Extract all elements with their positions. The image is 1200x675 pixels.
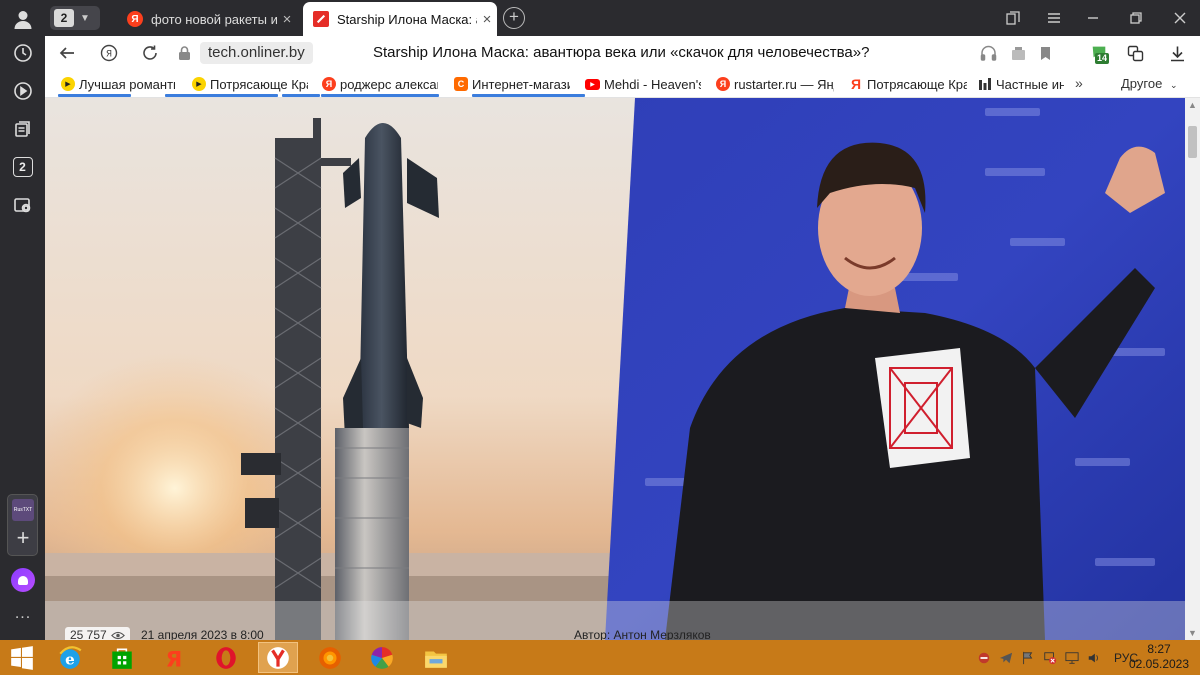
bookmark-item[interactable]: Я роджерс александр	[322, 75, 438, 93]
shop-icon: C	[454, 77, 468, 91]
yandex-icon: Я	[127, 11, 143, 27]
tab-strip: 2 ▼ Я фото новой ракеты илона × Starship…	[45, 0, 1200, 36]
tab-onliner-article[interactable]: Starship Илона Маска: авантюра века или …	[303, 2, 497, 36]
close-tab-icon[interactable]: ×	[277, 11, 297, 28]
minimize-icon[interactable]	[1082, 8, 1104, 28]
bookmarks-bar: ▶ Лучшая романтическая ▶ Потрясающе Крас…	[45, 70, 1200, 98]
network-disconnected-icon[interactable]	[1042, 650, 1058, 666]
restore-icon[interactable]	[1125, 8, 1147, 28]
bookmark-progress	[58, 94, 131, 97]
bookmark-icon[interactable]	[1035, 43, 1055, 63]
url-host[interactable]: tech.onliner.by	[200, 42, 313, 64]
bookmark-item[interactable]: C Интернет-магазин	[454, 75, 570, 93]
bookmark-progress	[282, 94, 320, 97]
menu-icon[interactable]	[1043, 8, 1065, 28]
new-tab-button[interactable]: +	[503, 7, 525, 29]
svg-text:e: e	[65, 650, 75, 668]
youtube-icon: ▶	[585, 78, 600, 90]
close-tab-icon[interactable]: ×	[477, 11, 497, 28]
yandex-browser-icon[interactable]	[258, 642, 298, 673]
network-app-icon[interactable]	[976, 650, 992, 666]
firefox-icon[interactable]	[310, 642, 350, 673]
bookmark-item[interactable]: ▶ Лучшая романтическая	[61, 75, 175, 93]
yandex-icon: Я	[716, 77, 730, 91]
onliner-icon	[313, 11, 329, 27]
article-author[interactable]: Автор: Антон Мерзляков	[574, 628, 711, 640]
scroll-down-icon[interactable]: ▼	[1188, 628, 1197, 638]
volume-icon[interactable]	[1086, 650, 1102, 666]
screenshot-icon[interactable]	[8, 190, 37, 219]
scroll-up-icon[interactable]: ▲	[1188, 100, 1197, 110]
bookmark-item[interactable]: Я rustarter.ru — Яндекс	[716, 75, 834, 93]
history-icon[interactable]	[8, 38, 37, 67]
flag-icon[interactable]	[1020, 650, 1036, 666]
svg-text:Я: Я	[166, 647, 183, 670]
alice-assistant-icon[interactable]	[11, 568, 35, 592]
tab-yandex-search[interactable]: Я фото новой ракеты илона ×	[117, 2, 297, 36]
yandex-letter-icon: Я	[850, 76, 862, 92]
yandex-icon: Я	[322, 77, 336, 91]
browser-sidebar: 2 RusTXT + ...	[0, 0, 45, 640]
opera-icon[interactable]	[206, 642, 246, 673]
reader-mode-icon[interactable]	[1008, 43, 1028, 63]
windows-start-icon[interactable]	[2, 642, 42, 673]
play-media-icon[interactable]	[8, 76, 37, 105]
back-button[interactable]	[55, 41, 79, 65]
system-tray: РУС	[976, 650, 1138, 666]
tab-counter-button[interactable]: 2 ▼	[50, 6, 100, 30]
collections-icon[interactable]	[8, 114, 37, 143]
telegram-icon[interactable]	[998, 650, 1014, 666]
chevron-down-icon: ▼	[80, 12, 90, 24]
display-icon[interactable]	[1064, 650, 1080, 666]
chevron-down-icon: ⌄	[1169, 80, 1178, 90]
page-scrollbar[interactable]: ▲ ▼	[1185, 98, 1200, 640]
bars-icon	[978, 77, 992, 91]
bookmark-item[interactable]: ▶ Потрясающе Красивая	[192, 75, 308, 93]
page-title[interactable]: Starship Илона Маска: авантюра века или …	[373, 44, 869, 61]
more-icon[interactable]: ...	[11, 606, 35, 624]
other-bookmarks-button[interactable]: Другое ⌄	[1121, 76, 1177, 91]
scrollbar-thumb[interactable]	[1188, 126, 1197, 158]
store-icon[interactable]	[102, 642, 142, 673]
article-hero-image	[45, 98, 1185, 640]
translate-icon[interactable]	[1125, 43, 1145, 63]
tabs-counter-icon[interactable]: 2	[8, 152, 37, 181]
photo-app-icon[interactable]	[362, 642, 402, 673]
play-icon: ▶	[192, 77, 206, 91]
profile-icon[interactable]	[8, 4, 37, 33]
windows-taskbar: e Я РУС 8:27 02.05.2023	[0, 640, 1200, 675]
sidebar-widget-panel: RusTXT +	[7, 494, 38, 556]
reload-button[interactable]	[138, 41, 162, 65]
play-icon: ▶	[61, 77, 75, 91]
bookmark-item[interactable]: ▶ Mehdi - Heaven's Door	[585, 75, 701, 93]
yandex-home-button[interactable]: Я	[97, 41, 121, 65]
bookmark-progress	[321, 94, 439, 97]
internet-explorer-icon[interactable]: e	[50, 642, 90, 673]
close-window-icon[interactable]	[1169, 8, 1191, 28]
bookmark-progress	[472, 94, 585, 97]
publish-date: 21 апреля 2023 в 8:00	[141, 628, 264, 640]
download-icon[interactable]	[1167, 43, 1187, 63]
page-content: 25 757 21 апреля 2023 в 8:00 Автор: Анто…	[45, 98, 1185, 640]
bookmarks-panel-icon[interactable]	[1002, 8, 1024, 28]
bookmark-item[interactable]: Частные инвестиции	[978, 75, 1064, 93]
bookmark-progress	[165, 94, 278, 97]
yandex-app-icon[interactable]: Я	[154, 642, 194, 673]
lock-icon[interactable]	[178, 45, 191, 61]
bookmark-item[interactable]: Я Потрясающе Красивая	[849, 75, 967, 93]
address-bar: Я tech.onliner.by Starship Илона Маска: …	[45, 36, 1200, 70]
file-explorer-icon[interactable]	[416, 642, 456, 673]
extension-icon[interactable]: 14	[1090, 43, 1110, 64]
more-bookmarks-button[interactable]: »	[1075, 75, 1083, 91]
clock[interactable]: 8:27 02.05.2023	[1126, 642, 1192, 672]
headphones-icon[interactable]	[978, 43, 998, 63]
svg-text:Я: Я	[106, 50, 112, 60]
rustxt-widget[interactable]: RusTXT	[12, 499, 34, 521]
eye-icon	[110, 631, 125, 639]
view-count: 25 757	[65, 627, 130, 640]
add-widget-icon[interactable]: +	[13, 527, 33, 551]
